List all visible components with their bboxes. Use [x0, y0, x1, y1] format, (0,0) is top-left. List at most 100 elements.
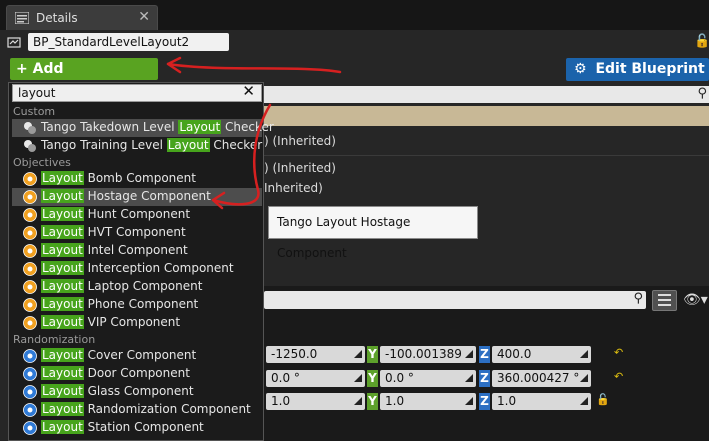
axis-y-label: Y — [367, 346, 378, 363]
component-list-item-label: Layout Station Component — [41, 420, 204, 434]
search-match-highlight: Layout — [41, 261, 84, 275]
details-tab-icon — [15, 12, 29, 24]
tree-row[interactable]: ) (Inherited) — [264, 161, 336, 175]
component-list-item[interactable]: Layout Glass Component — [12, 383, 262, 401]
item-label-suffix: Randomization Component — [83, 402, 251, 416]
glass-component-icon — [23, 385, 37, 399]
component-list-item[interactable]: Layout Door Component — [12, 365, 262, 383]
component-list-item-label: Layout Hostage Component — [41, 189, 211, 203]
reset-location-icon[interactable]: ↶ — [614, 346, 623, 359]
item-label-suffix: Intel Component — [83, 243, 188, 257]
component-list-item[interactable]: Layout HVT Component — [12, 224, 262, 242]
component-list-item[interactable]: Layout Interception Component — [12, 260, 262, 278]
door-component-icon — [23, 367, 37, 381]
phone-component-icon — [23, 298, 37, 312]
search-icon: ⚲ — [697, 86, 707, 101]
view-options-eye-icon[interactable]: 👁▾ — [680, 290, 709, 311]
component-list-item-label: Layout Interception Component — [41, 261, 234, 275]
dropdown-search-input[interactable]: layout ✕ — [12, 83, 262, 102]
location-y-field[interactable]: -100.001389 — [380, 346, 476, 363]
component-list-item[interactable]: Layout VIP Component — [12, 314, 262, 332]
location-z-value: 400.0 — [497, 347, 532, 361]
component-list-item[interactable]: Layout Intel Component — [12, 242, 262, 260]
drag-grip-icon — [580, 397, 588, 405]
component-list-item[interactable]: Layout Bomb Component — [12, 170, 262, 188]
close-tab-icon[interactable]: ✕ — [138, 9, 150, 25]
randomization-component-icon — [23, 403, 37, 417]
component-list-item-label: Layout Laptop Component — [41, 279, 202, 293]
details-search-input[interactable]: ⚲ — [264, 291, 646, 309]
actor-name-field[interactable]: BP_StandardLevelLayout2 — [28, 33, 229, 51]
rotation-y-value: 0.0 ° — [385, 371, 414, 385]
axis-z-label: Z — [479, 370, 490, 387]
cover-component-icon — [23, 349, 37, 363]
scale-z-field[interactable]: 1.0 — [492, 393, 591, 410]
item-label-suffix: Station Component — [83, 420, 204, 434]
component-list-item[interactable]: Layout Hunt Component — [12, 206, 262, 224]
component-list-item[interactable]: Tango Takedown Level Layout Checker — [12, 119, 274, 137]
search-match-highlight: Layout — [41, 243, 84, 257]
component-list-item[interactable]: Tango Training Level Layout Checker — [12, 137, 262, 155]
component-search-input[interactable]: ⚲ — [264, 86, 709, 103]
item-label-prefix: Tango Takedown Level — [41, 120, 179, 134]
lock-icon[interactable]: 🔓 — [694, 34, 709, 50]
scale-x-value: 1.0 — [271, 394, 291, 408]
search-match-highlight: Layout — [41, 384, 84, 398]
item-label-suffix: Hostage Component — [83, 189, 211, 203]
search-match-highlight: Layout — [41, 225, 84, 239]
component-list-item[interactable]: Layout Hostage Component — [12, 188, 262, 206]
component-list-item-label: Layout Cover Component — [41, 348, 196, 362]
intel-component-icon — [23, 244, 37, 258]
rotation-y-field[interactable]: 0.0 ° — [380, 370, 476, 387]
component-list-item[interactable]: Layout Laptop Component — [12, 278, 262, 296]
component-list-item[interactable]: Layout Phone Component — [12, 296, 262, 314]
hunt-component-icon — [23, 208, 37, 222]
drag-grip-icon — [354, 350, 362, 358]
clear-search-icon[interactable]: ✕ — [242, 83, 255, 99]
item-label-suffix: Laptop Component — [83, 279, 203, 293]
component-list-item-label: Layout Intel Component — [41, 243, 188, 257]
location-z-field[interactable]: 400.0 — [492, 346, 591, 363]
component-list-item[interactable]: Layout Randomization Component — [12, 401, 262, 419]
tree-row[interactable]: ) (Inherited) — [264, 134, 336, 148]
component-list-item[interactable]: Layout Cover Component — [12, 347, 262, 365]
component-list-item-label: Layout VIP Component — [41, 315, 180, 329]
component-list-item[interactable]: Layout Station Component — [12, 419, 262, 437]
rotation-x-field[interactable]: 0.0 ° — [266, 370, 365, 387]
item-label-prefix: Tango Training Level — [41, 138, 167, 152]
component-list-item-label: Layout Door Component — [41, 366, 190, 380]
scale-y-field[interactable]: 1.0 — [380, 393, 476, 410]
blueprint-gear-icon: ⚙ — [574, 61, 587, 77]
add-component-button[interactable]: + Add Component ▼ — [10, 58, 158, 99]
puzzle-icon — [24, 140, 36, 152]
item-label-suffix: Hunt Component — [83, 207, 191, 221]
reset-rotation-icon[interactable]: ↶ — [614, 370, 623, 383]
root-component-row[interactable] — [264, 106, 709, 126]
details-tab[interactable]: Details ✕ — [6, 5, 158, 30]
search-match-highlight: Layout — [41, 348, 84, 362]
component-list-item-label: Layout HVT Component — [41, 225, 186, 239]
axis-y-label: Y — [367, 370, 378, 387]
edit-blueprint-button[interactable]: ⚙ Edit Blueprint ▼ — [566, 58, 709, 99]
puzzle-icon — [24, 122, 36, 134]
property-matrix-button[interactable] — [652, 290, 677, 311]
tree-row[interactable]: Inherited) — [264, 181, 323, 195]
vip-component-icon — [23, 316, 37, 330]
axis-z-label: Z — [479, 393, 490, 410]
bomb-component-icon — [23, 172, 37, 186]
scale-y-value: 1.0 — [385, 394, 405, 408]
laptop-component-icon — [23, 280, 37, 294]
item-label-suffix: Cover Component — [83, 348, 197, 362]
search-match-highlight: Layout — [41, 420, 84, 434]
plus-icon: + — [16, 61, 28, 77]
component-list-item-label: Tango Takedown Level Layout Checker — [41, 120, 274, 134]
scale-lock-icon[interactable]: 🔓 — [596, 393, 610, 406]
scale-x-field[interactable]: 1.0 — [266, 393, 365, 410]
item-label-suffix: Glass Component — [83, 384, 194, 398]
rotation-z-field[interactable]: 360.000427 ° — [492, 370, 591, 387]
search-match-highlight: Layout — [41, 279, 84, 293]
search-match-highlight: Layout — [41, 366, 84, 380]
actor-icon — [7, 37, 21, 48]
component-list-item-label: Tango Training Level Layout Checker — [41, 138, 262, 152]
location-x-field[interactable]: -1250.0 — [266, 346, 365, 363]
